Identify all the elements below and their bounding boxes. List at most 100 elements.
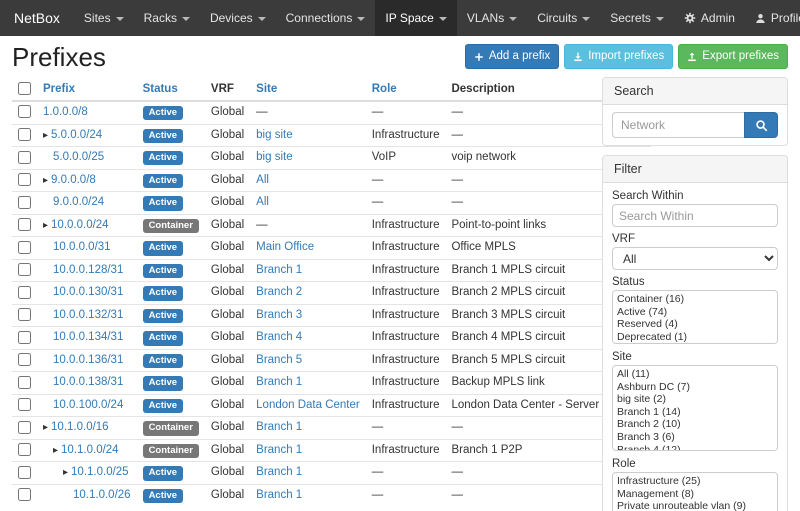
import-prefixes-button[interactable]: Import prefixes <box>564 44 673 69</box>
filter-option[interactable]: Branch 4 (12) <box>615 444 775 451</box>
status-badge: Active <box>143 331 184 345</box>
nav-item-ip-space[interactable]: IP Space <box>375 0 456 36</box>
nav-item-circuits[interactable]: Circuits <box>527 0 600 36</box>
search-within-input[interactable] <box>612 204 778 227</box>
prefix-link[interactable]: 10.0.0.130/31 <box>53 286 123 298</box>
site-link[interactable]: Branch 4 <box>256 331 302 343</box>
row-checkbox[interactable] <box>18 331 31 344</box>
add-a-prefix-button[interactable]: Add a prefix <box>465 44 559 69</box>
site-link[interactable]: Branch 1 <box>256 421 302 433</box>
site-link[interactable]: big site <box>256 129 292 141</box>
column-sort-link-prefix[interactable]: Prefix <box>43 83 75 95</box>
role-filter-select[interactable]: Infrastructure (25)Management (8)Private… <box>612 472 778 511</box>
filter-option[interactable]: Infrastructure (25) <box>615 475 775 488</box>
prefix-link[interactable]: 10.1.0.0/26 <box>73 489 131 501</box>
row-checkbox[interactable] <box>18 241 31 254</box>
row-checkbox[interactable] <box>18 286 31 299</box>
vrf-cell: Global <box>205 394 250 417</box>
select-all-checkbox[interactable] <box>18 82 31 95</box>
prefix-link[interactable]: 5.0.0.0/25 <box>53 151 104 163</box>
row-checkbox[interactable] <box>18 353 31 366</box>
prefix-link[interactable]: 10.0.0.132/31 <box>53 309 123 321</box>
site-link[interactable]: Branch 1 <box>256 489 302 501</box>
export-prefixes-button[interactable]: Export prefixes <box>678 44 788 69</box>
prefix-link[interactable]: 1.0.0.0/8 <box>43 106 88 118</box>
filter-option[interactable]: Deprecated (1) <box>615 331 775 344</box>
search-within-label: Search Within <box>612 190 778 202</box>
prefix-link[interactable]: 5.0.0.0/24 <box>51 129 102 141</box>
row-checkbox[interactable] <box>18 263 31 276</box>
prefix-link[interactable]: 10.0.0.0/31 <box>53 241 111 253</box>
site-link[interactable]: London Data Center <box>256 399 360 411</box>
role-cell: Infrastructure <box>366 372 446 395</box>
nav-item-profile[interactable]: Profile <box>745 0 800 36</box>
row-checkbox[interactable] <box>18 173 31 186</box>
prefix-link[interactable]: 10.1.0.0/16 <box>51 421 109 433</box>
filter-option[interactable]: Container (16) <box>615 293 775 306</box>
prefix-link[interactable]: 10.0.0.134/31 <box>53 331 123 343</box>
site-link[interactable]: Branch 1 <box>256 376 302 388</box>
row-checkbox[interactable] <box>18 105 31 118</box>
row-checkbox[interactable] <box>18 421 31 434</box>
prefix-cell: ▸10.1.0.0/24 <box>37 439 137 462</box>
search-button[interactable] <box>744 112 778 138</box>
column-sort-link-status[interactable]: Status <box>143 83 178 95</box>
filter-option[interactable]: Branch 3 (6) <box>615 431 775 444</box>
row-checkbox-cell <box>12 192 37 215</box>
site-link[interactable]: All <box>256 174 269 186</box>
row-checkbox[interactable] <box>18 128 31 141</box>
nav-item-secrets[interactable]: Secrets <box>600 0 674 36</box>
filter-option[interactable]: big site (2) <box>615 393 775 406</box>
row-checkbox[interactable] <box>18 308 31 321</box>
row-checkbox[interactable] <box>18 488 31 501</box>
prefix-link[interactable]: 9.0.0.0/24 <box>53 196 104 208</box>
search-input[interactable] <box>612 112 744 138</box>
site-filter-select[interactable]: All (11)Ashburn DC (7)big site (2)Branch… <box>612 365 778 451</box>
row-checkbox[interactable] <box>18 398 31 411</box>
site-link[interactable]: Branch 1 <box>256 264 302 276</box>
site-link[interactable]: Branch 1 <box>256 466 302 478</box>
filter-option[interactable]: Management (8) <box>615 488 775 501</box>
row-checkbox[interactable] <box>18 196 31 209</box>
prefix-link[interactable]: 10.0.0.0/24 <box>51 219 109 231</box>
filter-option[interactable]: Ashburn DC (7) <box>615 381 775 394</box>
nav-item-sites[interactable]: Sites <box>74 0 134 36</box>
row-checkbox[interactable] <box>18 376 31 389</box>
site-link[interactable]: Main Office <box>256 241 314 253</box>
site-link[interactable]: Branch 2 <box>256 286 302 298</box>
site-link[interactable]: big site <box>256 151 292 163</box>
filter-option[interactable]: Active (74) <box>615 306 775 319</box>
nav-item-admin[interactable]: Admin <box>674 0 745 36</box>
status-badge: Active <box>143 241 184 255</box>
row-checkbox[interactable] <box>18 443 31 456</box>
site-link[interactable]: Branch 5 <box>256 354 302 366</box>
nav-item-label: Secrets <box>610 11 651 25</box>
row-checkbox[interactable] <box>18 151 31 164</box>
site-link[interactable]: All <box>256 196 269 208</box>
row-checkbox[interactable] <box>18 466 31 479</box>
row-checkbox[interactable] <box>18 218 31 231</box>
prefix-link[interactable]: 9.0.0.0/8 <box>51 174 96 186</box>
filter-option[interactable]: Reserved (4) <box>615 318 775 331</box>
filter-option[interactable]: Branch 2 (10) <box>615 418 775 431</box>
prefix-link[interactable]: 10.0.100.0/24 <box>53 399 123 411</box>
nav-item-vlans[interactable]: VLANs <box>457 0 527 36</box>
nav-item-racks[interactable]: Racks <box>134 0 200 36</box>
filter-option[interactable]: Branch 1 (14) <box>615 406 775 419</box>
prefix-link[interactable]: 10.0.0.128/31 <box>53 264 123 276</box>
column-sort-link-site[interactable]: Site <box>256 83 277 95</box>
nav-item-devices[interactable]: Devices <box>200 0 276 36</box>
status-filter-select[interactable]: Container (16)Active (74)Reserved (4)Dep… <box>612 290 778 344</box>
prefix-link[interactable]: 10.0.0.138/31 <box>53 376 123 388</box>
prefix-link[interactable]: 10.1.0.0/25 <box>71 466 129 478</box>
app-logo[interactable]: NetBox <box>0 0 74 36</box>
site-link[interactable]: Branch 3 <box>256 309 302 321</box>
filter-option[interactable]: All (11) <box>615 368 775 381</box>
filter-option[interactable]: Private unrouteable vlan (9) <box>615 500 775 511</box>
prefix-link[interactable]: 10.0.0.136/31 <box>53 354 123 366</box>
prefix-link[interactable]: 10.1.0.0/24 <box>61 444 119 456</box>
nav-item-connections[interactable]: Connections <box>276 0 376 36</box>
site-link[interactable]: Branch 1 <box>256 444 302 456</box>
column-sort-link-role[interactable]: Role <box>372 83 397 95</box>
vrf-select[interactable]: All <box>612 247 778 270</box>
